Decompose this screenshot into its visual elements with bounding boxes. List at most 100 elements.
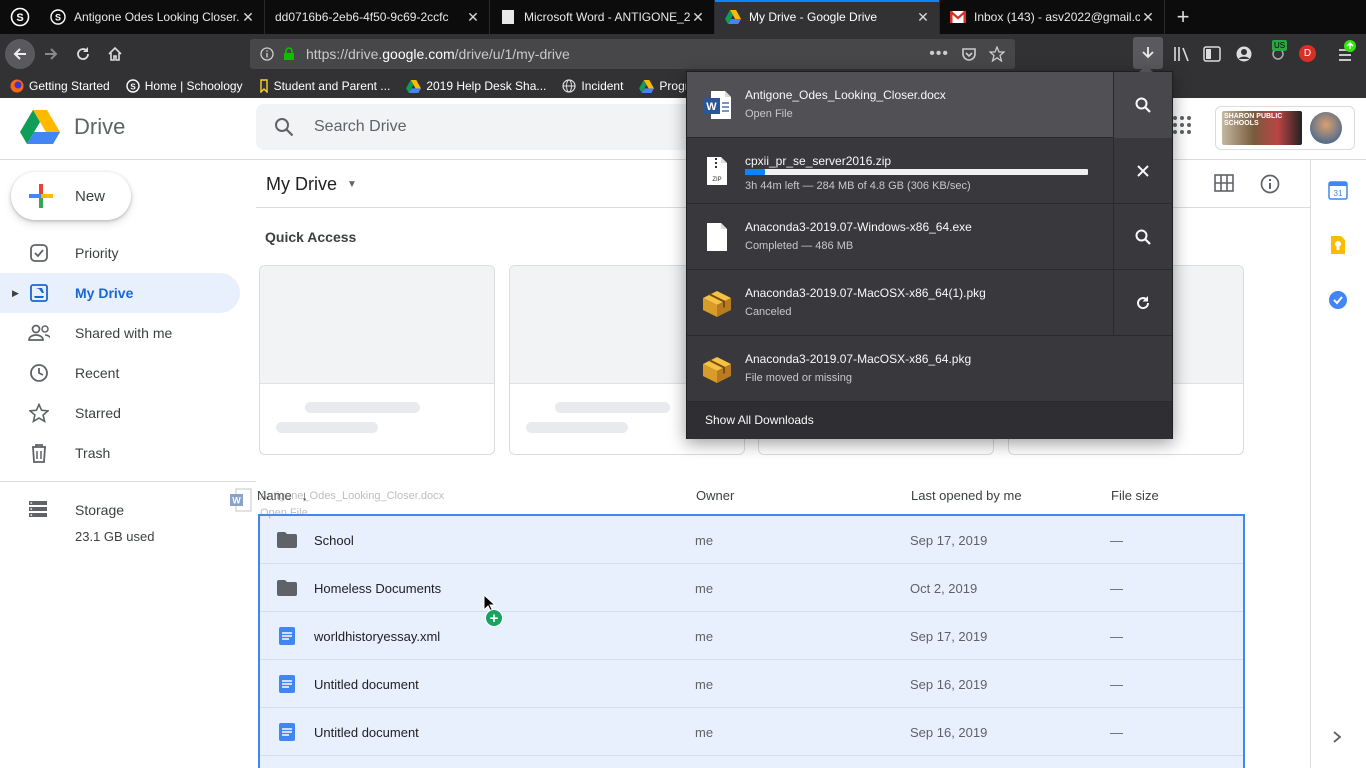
show-in-folder-button[interactable] (1113, 72, 1172, 138)
home-button[interactable] (99, 38, 131, 70)
info-icon[interactable] (260, 47, 274, 61)
google-drive-icon (639, 79, 655, 93)
tab-gmail[interactable]: Inbox (143) - asv2022@gmail.c ✕ (940, 0, 1165, 34)
keep-icon[interactable] (1328, 235, 1348, 255)
table-row[interactable]: Untitled document me Sep 16, 2019 — (260, 660, 1243, 708)
svg-text:W: W (706, 101, 717, 113)
grid-view-icon[interactable] (1214, 174, 1234, 192)
account-icon[interactable] (1235, 45, 1253, 63)
column-owner[interactable]: Owner (696, 488, 734, 503)
download-item[interactable]: Anaconda3-2019.07-Windows-x86_64.exe Com… (687, 204, 1172, 270)
column-last-opened[interactable]: Last opened by me (911, 488, 1022, 503)
drive-sidebar: New Priority ▶ My Drive Shared with me R… (0, 160, 256, 768)
google-doc-icon (279, 723, 295, 741)
download-item[interactable]: Anaconda3-2019.07-MacOSX-x86_64(1).pkg C… (687, 270, 1172, 336)
close-icon (1137, 165, 1149, 177)
tab-dd0716[interactable]: dd0716b6-2eb6-4f50-9c69-2ccfc ✕ (265, 0, 490, 34)
bookmark-label: Getting Started (29, 79, 110, 93)
word-doc-icon: W (703, 91, 731, 119)
profile-badge[interactable]: D (1299, 45, 1316, 62)
table-row[interactable]: School me Sep 17, 2019 — (260, 516, 1243, 564)
download-status: Canceled (745, 306, 792, 318)
pocket-icon[interactable] (961, 46, 977, 62)
close-tab-icon[interactable]: ✕ (465, 9, 481, 26)
bookmark-help-desk[interactable]: 2019 Help Desk Sha... (406, 79, 546, 93)
tab-title: Antigone Odes Looking Closer.d (74, 10, 240, 24)
info-icon[interactable] (1260, 174, 1280, 194)
tab-google-drive[interactable]: My Drive - Google Drive ✕ (715, 0, 940, 34)
bookmark-incident[interactable]: Incident (562, 79, 623, 93)
google-apps-icon[interactable] (1172, 115, 1192, 135)
close-tab-icon[interactable]: ✕ (915, 9, 931, 26)
column-file-size[interactable]: File size (1111, 488, 1159, 503)
tasks-icon[interactable] (1328, 290, 1348, 310)
new-tab-button[interactable]: + (1165, 0, 1201, 34)
svg-text:ZIP: ZIP (712, 177, 721, 183)
table-row[interactable]: Untitled document me Sep 16, 2019 — (260, 708, 1243, 756)
table-row[interactable]: Homeless Documents me Oct 2, 2019 — (260, 564, 1243, 612)
sidebar-item-trash[interactable]: Trash (0, 433, 240, 473)
menu-button[interactable] (1335, 40, 1357, 64)
download-name: Anaconda3-2019.07-MacOSX-x86_64.pkg (745, 352, 972, 366)
avatar[interactable] (1310, 112, 1342, 144)
tab-word-antigone[interactable]: Microsoft Word - ANTIGONE_2 ✕ (490, 0, 715, 34)
bookmark-student-parent[interactable]: Student and Parent ... (259, 79, 390, 93)
sidebar-item-shared[interactable]: Shared with me (0, 313, 240, 353)
account-switcher[interactable]: SHARON PUBLIC SCHOOLS (1215, 106, 1355, 150)
download-item[interactable]: ZIP cpxii_pr_se_server2016.zip 3h 44m le… (687, 138, 1172, 204)
bookmark-schoology[interactable]: S Home | Schoology (126, 79, 243, 93)
caret-right-icon[interactable]: ▶ (12, 288, 19, 299)
bookmark-star-icon[interactable] (989, 46, 1005, 62)
side-panel: 31 (1310, 160, 1366, 768)
search-icon[interactable] (274, 117, 294, 137)
file-name[interactable]: Untitled document (314, 725, 419, 740)
star-icon (28, 402, 50, 424)
download-status: Completed — 486 MB (745, 240, 854, 252)
page-title[interactable]: My Drive ▼ (266, 174, 357, 195)
url-bar[interactable]: https://drive.google.com/drive/u/1/my-dr… (250, 39, 1015, 69)
sidebar-item-priority[interactable]: Priority (0, 233, 240, 273)
download-item[interactable]: W Antigone_Odes_Looking_Closer.docx Open… (687, 72, 1172, 138)
file-name[interactable]: School (314, 533, 354, 548)
cancel-download-button[interactable] (1113, 138, 1172, 204)
chevron-right-icon[interactable] (1331, 730, 1343, 744)
file-name[interactable]: Untitled document (314, 677, 419, 692)
schoology-icon: S (10, 7, 30, 27)
lock-icon[interactable] (282, 47, 296, 61)
close-tab-icon[interactable]: ✕ (690, 9, 706, 26)
drive-logo[interactable]: Drive (20, 110, 125, 144)
forward-button[interactable] (35, 38, 67, 70)
page-actions-icon[interactable]: ••• (929, 45, 949, 63)
tab-title: Inbox (143) - asv2022@gmail.c (974, 10, 1140, 24)
show-in-folder-button[interactable] (1113, 204, 1172, 270)
file-name[interactable]: worldhistoryessay.xml (314, 629, 440, 644)
retry-download-button[interactable] (1113, 270, 1172, 336)
bookmark-getting-started[interactable]: Getting Started (10, 79, 110, 93)
storage-section[interactable]: Storage 23.1 GB used (28, 500, 155, 544)
quick-access-card[interactable] (259, 265, 495, 455)
pinned-tab[interactable]: S (0, 0, 40, 34)
new-button[interactable]: New (11, 172, 131, 220)
file-name[interactable]: Homeless Documents (314, 581, 441, 596)
calendar-icon[interactable]: 31 (1328, 180, 1348, 200)
sidebar-item-my-drive[interactable]: ▶ My Drive (0, 273, 240, 313)
reload-button[interactable] (67, 38, 99, 70)
search-input[interactable]: Search Drive (314, 118, 406, 136)
close-tab-icon[interactable]: ✕ (1140, 9, 1156, 26)
table-row[interactable]: worldhistoryessay.xml me Sep 17, 2019 — (260, 612, 1243, 660)
back-button[interactable] (5, 39, 35, 69)
file-owner: me (695, 581, 714, 596)
copy-plus-icon: + (485, 609, 503, 627)
tab-antigone[interactable]: S Antigone Odes Looking Closer.d ✕ (40, 0, 265, 34)
sidebar-item-starred[interactable]: Starred (0, 393, 240, 433)
close-tab-icon[interactable]: ✕ (240, 9, 256, 26)
download-item[interactable]: Anaconda3-2019.07-MacOSX-x86_64.pkg File… (687, 336, 1172, 402)
sidebar-icon[interactable] (1203, 46, 1221, 62)
drag-ghost-sub: Open File (260, 507, 308, 519)
vpn-extension-icon[interactable]: US (1265, 40, 1291, 66)
url-text[interactable]: https://drive.google.com/drive/u/1/my-dr… (306, 46, 929, 62)
show-all-downloads-button[interactable]: Show All Downloads (687, 402, 1172, 439)
sidebar-item-recent[interactable]: Recent (0, 353, 240, 393)
library-icon[interactable] (1173, 46, 1191, 62)
file-list-drop-zone[interactable]: School me Sep 17, 2019 — Homeless Docume… (258, 514, 1245, 768)
